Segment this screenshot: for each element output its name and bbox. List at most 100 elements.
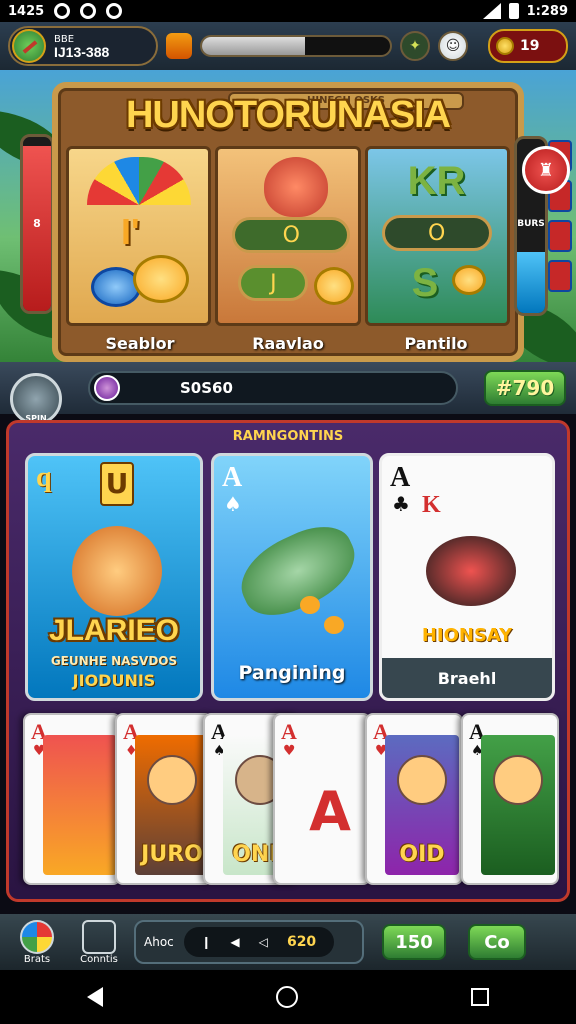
friends-button[interactable]: Brats — [10, 916, 64, 968]
reel-1[interactable]: I' — [66, 146, 212, 326]
system-nav-bar — [0, 970, 576, 1024]
friends-button[interactable]: ☺ — [438, 31, 468, 61]
win-button[interactable]: #790 — [484, 370, 566, 406]
coin-stack-icon — [314, 267, 355, 305]
hand-card[interactable]: A ♥ A — [273, 713, 371, 885]
hand-card[interactable]: A ♥ — [23, 713, 121, 885]
face-icon: ☺ — [445, 38, 461, 54]
home-icon[interactable] — [275, 986, 298, 1008]
bottom-bar: Brats Conntis Ahoc ❙ ◀ ◁ 620 150 Co — [0, 914, 576, 970]
coin-balance[interactable]: 19 — [488, 29, 568, 63]
club-icon: ♣ — [392, 492, 410, 516]
media-controls[interactable]: Ahoc ❙ ◀ ◁ 620 — [134, 920, 364, 964]
volume-icon[interactable]: ◁ — [259, 935, 268, 949]
settings-icon — [80, 3, 97, 19]
reel-2[interactable]: O J — [215, 146, 361, 326]
reel2-row2-plate: J — [238, 265, 309, 301]
bet-value: S0S60 — [180, 379, 233, 397]
bird-icon — [426, 536, 516, 606]
status-clock: 1:289 — [526, 3, 568, 19]
coin-count: 19 — [520, 38, 540, 54]
reels[interactable]: I' O J KR O S — [66, 146, 510, 326]
contests-label: Conntis — [80, 953, 118, 965]
reel-3[interactable]: KR O S — [364, 146, 510, 326]
card-banner: HIONSAY — [421, 625, 513, 646]
shop-button[interactable]: ♜ — [522, 146, 570, 194]
player-id: IJ13-388 — [54, 44, 110, 60]
featured-card-1[interactable]: q U JLARIEO GEUNHE NASVDOS JIODUNIS — [25, 453, 203, 701]
reel-label: Pantilo — [404, 334, 468, 353]
diamond-icon — [20, 919, 54, 954]
chip-icon[interactable] — [548, 260, 572, 292]
card-title: JLARIEO — [48, 614, 180, 647]
hand-card[interactable]: A ♠ — [461, 713, 559, 885]
elf-face-icon — [493, 755, 543, 805]
reel3-bottom-symbol: S — [411, 261, 439, 305]
umbrella-icon — [87, 157, 191, 205]
coin-icon — [451, 265, 486, 295]
bet-150-button[interactable]: 150 — [382, 924, 446, 960]
card-panel: RAMNGONTINS q U JLARIEO GEUNHE NASVDOS J… — [6, 420, 570, 902]
shop-icon: ♜ — [537, 159, 555, 181]
card-badge: U — [100, 462, 134, 506]
reel3-symbol: O — [427, 220, 446, 246]
slot-machine-area: 8 HINEGH OSKS HUNOTORUNASIA I' O J KR O — [0, 70, 576, 375]
reel2-plate: O — [232, 217, 351, 253]
panel-title: RAMNGONTINS — [232, 429, 344, 444]
top-hud: BBE IJ13-388 ✦ ☺ 19 — [0, 22, 576, 70]
card-rank: A — [390, 462, 411, 493]
hand-card[interactable]: A ♦ JURO — [115, 713, 213, 885]
reel-label: Raavlao — [252, 334, 324, 353]
reel2-symbol: O — [282, 222, 300, 248]
gift-button[interactable]: ✦ — [400, 31, 430, 61]
face-rank: K — [422, 492, 441, 518]
contests-button[interactable]: Conntis — [72, 916, 126, 968]
card-subtitle-2: JIODUNIS — [72, 671, 156, 690]
reel1-symbol: I' — [121, 211, 140, 252]
gift-icon: ✦ — [409, 38, 421, 54]
chip-icon[interactable] — [548, 220, 572, 252]
card-label: OID — [399, 842, 445, 867]
spin-wheel-button[interactable]: SPIN — [10, 373, 62, 425]
player-profile[interactable]: BBE IJ13-388 — [8, 26, 158, 66]
go-button[interactable]: Co — [468, 924, 526, 960]
fox-mascot-icon — [264, 157, 329, 217]
coin-icon — [300, 596, 320, 614]
card-label: A — [309, 780, 351, 843]
record-icon — [106, 3, 123, 19]
card-rank: q — [36, 462, 52, 493]
featured-card-3[interactable]: A ♣ K HIONSAY Braehl — [379, 453, 555, 701]
card-art — [43, 735, 117, 875]
featured-card-2[interactable]: A ♠ Pangining — [211, 453, 373, 701]
reel2-row2-symbol: J — [270, 270, 277, 296]
right-meter-fill — [517, 252, 545, 313]
bet-bar[interactable]: S0S60 — [88, 371, 458, 405]
gold-coin-icon — [133, 255, 189, 303]
status-time: 1425 — [8, 3, 45, 19]
card-hand: A ♥ A ♦ JURO A ♠ ONN A ♥ A A ♥ OID A ♠ — [23, 713, 559, 889]
left-meter-label: 8 — [33, 217, 41, 230]
avatar[interactable] — [12, 29, 46, 63]
game-title: HUNOTORUNASIA — [125, 94, 451, 136]
spin-row: SPIN S0S60 #790 — [0, 362, 576, 425]
battery-icon — [508, 3, 519, 19]
building-icon — [82, 919, 116, 954]
signal-icon — [482, 3, 501, 19]
reel3-top-symbol: KR — [407, 159, 466, 203]
fox-character-icon — [72, 526, 162, 616]
hero-face-icon — [147, 755, 197, 805]
back-icon[interactable] — [86, 987, 103, 1007]
hand-card[interactable]: A ♥ OID — [365, 713, 463, 885]
fish-icon — [228, 513, 368, 629]
card-label: JURO — [141, 842, 203, 867]
media-label: Ahoc — [144, 935, 174, 949]
heart-icon: ♥ — [283, 743, 296, 759]
rewind-icon[interactable]: ◀ — [230, 935, 239, 949]
pause-icon[interactable]: ❙ — [201, 935, 211, 949]
card-rank: A — [222, 462, 243, 493]
notification-icon — [54, 3, 71, 19]
xp-progress-fill — [202, 37, 306, 55]
recents-icon[interactable] — [471, 988, 490, 1006]
level-icon — [166, 33, 192, 59]
reel3-plate: O — [381, 215, 492, 251]
